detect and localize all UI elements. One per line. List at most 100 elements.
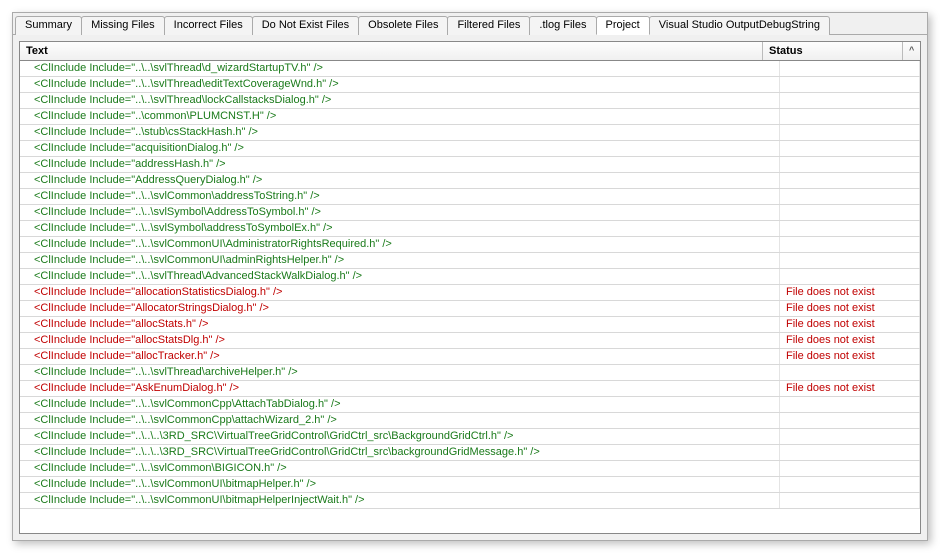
- cell-status: File does not exist: [780, 333, 920, 348]
- tabstrip: Summary Missing Files Incorrect Files Do…: [13, 13, 927, 35]
- cell-text: <ClInclude Include="..\..\svlSymbol\addr…: [20, 221, 780, 236]
- cell-status: [780, 173, 920, 188]
- cell-status: [780, 413, 920, 428]
- table-row[interactable]: <ClInclude Include="..\..\svlCommonUI\bi…: [20, 493, 920, 509]
- cell-text: <ClInclude Include="AskEnumDialog.h" />: [20, 381, 780, 396]
- table-row[interactable]: <ClInclude Include="..\..\svlCommon\BIGI…: [20, 461, 920, 477]
- cell-status: [780, 477, 920, 492]
- tab-project[interactable]: Project: [596, 16, 650, 35]
- grid-header: Text Status ^: [20, 42, 920, 61]
- tab-obsolete-files[interactable]: Obsolete Files: [358, 16, 448, 35]
- cell-status: [780, 237, 920, 252]
- table-row[interactable]: <ClInclude Include="acquisitionDialog.h"…: [20, 141, 920, 157]
- table-row[interactable]: <ClInclude Include="..\..\svlCommon\addr…: [20, 189, 920, 205]
- cell-text: <ClInclude Include="allocStats.h" />: [20, 317, 780, 332]
- cell-status: [780, 429, 920, 444]
- cell-text: <ClInclude Include="..\..\svlCommonUI\bi…: [20, 477, 780, 492]
- cell-status: [780, 205, 920, 220]
- cell-status: [780, 141, 920, 156]
- cell-status: [780, 157, 920, 172]
- cell-text: <ClInclude Include="..\stub\csStackHash.…: [20, 125, 780, 140]
- cell-text: <ClInclude Include="..\..\svlSymbol\Addr…: [20, 205, 780, 220]
- tab-incorrect-files[interactable]: Incorrect Files: [164, 16, 253, 35]
- cell-status: [780, 125, 920, 140]
- cell-status: [780, 77, 920, 92]
- project-window: Summary Missing Files Incorrect Files Do…: [12, 12, 928, 541]
- cell-status: [780, 461, 920, 476]
- cell-text: <ClInclude Include="..\..\svlCommonUI\bi…: [20, 493, 780, 508]
- cell-status: [780, 93, 920, 108]
- cell-status: [780, 109, 920, 124]
- cell-status: [780, 61, 920, 76]
- table-row[interactable]: <ClInclude Include="..\..\svlThread\edit…: [20, 77, 920, 93]
- cell-text: <ClInclude Include="acquisitionDialog.h"…: [20, 141, 780, 156]
- table-row[interactable]: <ClInclude Include="..\..\svlCommonUI\Ad…: [20, 237, 920, 253]
- scroll-up-icon[interactable]: ^: [903, 42, 920, 60]
- table-row[interactable]: <ClInclude Include="..\..\svlCommonCpp\a…: [20, 413, 920, 429]
- table-row[interactable]: <ClInclude Include="..\..\..\3RD_SRC\Vir…: [20, 445, 920, 461]
- cell-text: <ClInclude Include="allocationStatistics…: [20, 285, 780, 300]
- table-row[interactable]: <ClInclude Include="AddressQueryDialog.h…: [20, 173, 920, 189]
- table-row[interactable]: <ClInclude Include="..\..\svlThread\lock…: [20, 93, 920, 109]
- cell-status: [780, 493, 920, 508]
- cell-text: <ClInclude Include="addressHash.h" />: [20, 157, 780, 172]
- table-row[interactable]: <ClInclude Include="..\..\svlCommonUI\bi…: [20, 477, 920, 493]
- cell-text: <ClInclude Include="..\..\svlCommonCpp\a…: [20, 413, 780, 428]
- cell-status: File does not exist: [780, 349, 920, 364]
- tab-filtered-files[interactable]: Filtered Files: [447, 16, 530, 35]
- tab-summary[interactable]: Summary: [15, 16, 82, 35]
- table-row[interactable]: <ClInclude Include="allocTracker.h" />Fi…: [20, 349, 920, 365]
- cell-text: <ClInclude Include="AllocatorStringsDial…: [20, 301, 780, 316]
- table-row[interactable]: <ClInclude Include="..\..\svlSymbol\addr…: [20, 221, 920, 237]
- table-row[interactable]: <ClInclude Include="..\..\svlThread\Adva…: [20, 269, 920, 285]
- cell-text: <ClInclude Include="..\..\svlCommonUI\ad…: [20, 253, 780, 268]
- cell-status: [780, 397, 920, 412]
- cell-status: [780, 445, 920, 460]
- cell-text: <ClInclude Include="..\..\..\3RD_SRC\Vir…: [20, 429, 780, 444]
- cell-status: File does not exist: [780, 381, 920, 396]
- table-row[interactable]: <ClInclude Include="AskEnumDialog.h" />F…: [20, 381, 920, 397]
- cell-text: <ClInclude Include="..\..\svlThread\lock…: [20, 93, 780, 108]
- cell-text: <ClInclude Include="..\..\svlThread\Adva…: [20, 269, 780, 284]
- cell-text: <ClInclude Include="AddressQueryDialog.h…: [20, 173, 780, 188]
- header-status[interactable]: Status: [763, 42, 903, 60]
- cell-status: File does not exist: [780, 285, 920, 300]
- cell-text: <ClInclude Include="allocStatsDlg.h" />: [20, 333, 780, 348]
- cell-text: <ClInclude Include="..\common\PLUMCNST.H…: [20, 109, 780, 124]
- cell-text: <ClInclude Include="..\..\svlCommon\BIGI…: [20, 461, 780, 476]
- cell-status: [780, 269, 920, 284]
- table-row[interactable]: <ClInclude Include="allocStats.h" />File…: [20, 317, 920, 333]
- table-row[interactable]: <ClInclude Include="..\..\svlSymbol\Addr…: [20, 205, 920, 221]
- tab-missing-files[interactable]: Missing Files: [81, 16, 165, 35]
- cell-text: <ClInclude Include="..\..\svlCommonUI\Ad…: [20, 237, 780, 252]
- table-row[interactable]: <ClInclude Include="addressHash.h" />: [20, 157, 920, 173]
- table-row[interactable]: <ClInclude Include="..\..\svlThread\arch…: [20, 365, 920, 381]
- cell-text: <ClInclude Include="..\..\svlThread\edit…: [20, 77, 780, 92]
- cell-text: <ClInclude Include="..\..\..\3RD_SRC\Vir…: [20, 445, 780, 460]
- table-row[interactable]: <ClInclude Include="..\..\svlCommonCpp\A…: [20, 397, 920, 413]
- table-row[interactable]: <ClInclude Include="allocStatsDlg.h" />F…: [20, 333, 920, 349]
- cell-status: [780, 189, 920, 204]
- cell-status: [780, 253, 920, 268]
- cell-text: <ClInclude Include="..\..\svlCommon\addr…: [20, 189, 780, 204]
- grid-body[interactable]: <ClInclude Include="..\..\svlThread\d_wi…: [20, 61, 920, 533]
- table-row[interactable]: <ClInclude Include="allocationStatistics…: [20, 285, 920, 301]
- grid-panel: Text Status ^ <ClInclude Include="..\..\…: [19, 41, 921, 534]
- tab-vs-outputdebugstring[interactable]: Visual Studio OutputDebugString: [649, 16, 830, 35]
- cell-status: File does not exist: [780, 301, 920, 316]
- tab-tlog-files[interactable]: .tlog Files: [529, 16, 596, 35]
- cell-text: <ClInclude Include="allocTracker.h" />: [20, 349, 780, 364]
- tab-do-not-exist-files[interactable]: Do Not Exist Files: [252, 16, 359, 35]
- cell-status: File does not exist: [780, 317, 920, 332]
- table-row[interactable]: <ClInclude Include="..\..\svlCommonUI\ad…: [20, 253, 920, 269]
- table-row[interactable]: <ClInclude Include="..\stub\csStackHash.…: [20, 125, 920, 141]
- cell-text: <ClInclude Include="..\..\svlCommonCpp\A…: [20, 397, 780, 412]
- cell-status: [780, 365, 920, 380]
- header-text[interactable]: Text: [20, 42, 763, 60]
- cell-status: [780, 221, 920, 236]
- cell-text: <ClInclude Include="..\..\svlThread\d_wi…: [20, 61, 780, 76]
- table-row[interactable]: <ClInclude Include="..\..\svlThread\d_wi…: [20, 61, 920, 77]
- table-row[interactable]: <ClInclude Include="..\..\..\3RD_SRC\Vir…: [20, 429, 920, 445]
- table-row[interactable]: <ClInclude Include="..\common\PLUMCNST.H…: [20, 109, 920, 125]
- table-row[interactable]: <ClInclude Include="AllocatorStringsDial…: [20, 301, 920, 317]
